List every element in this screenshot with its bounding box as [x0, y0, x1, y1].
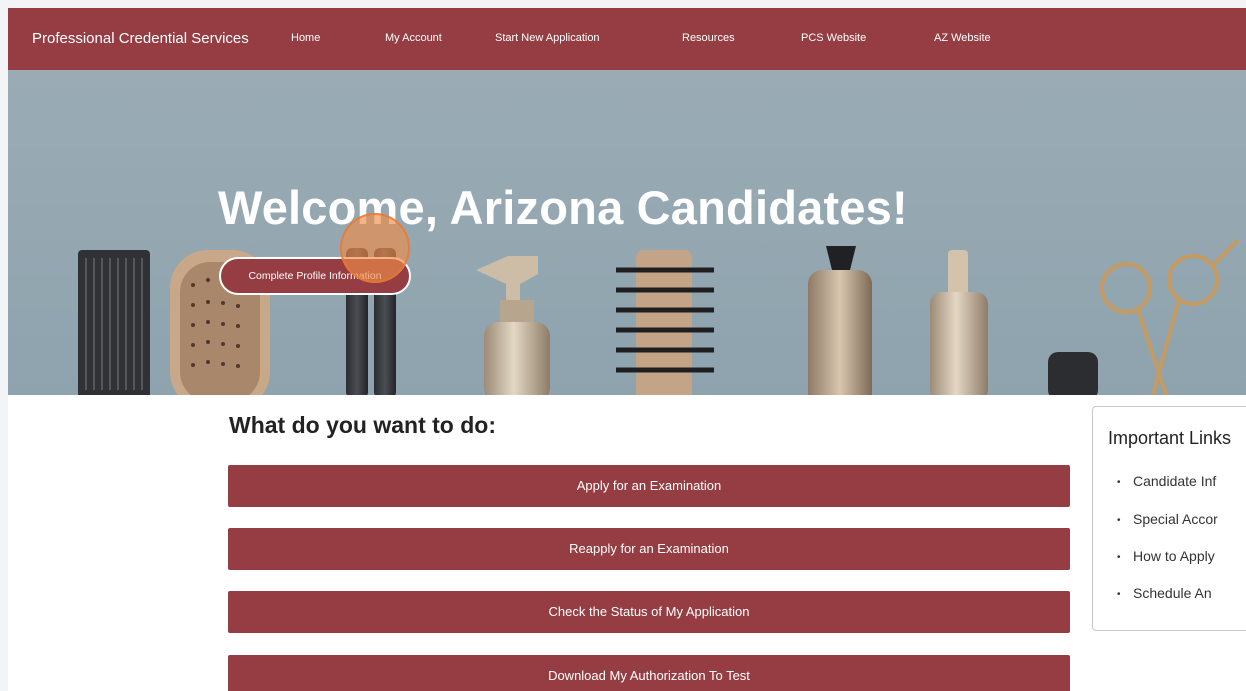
hero-title: Welcome, Arizona Candidates!	[218, 181, 908, 234]
complete-profile-button[interactable]: Complete Profile Information	[219, 257, 411, 295]
mousse-can-graphic	[930, 250, 988, 395]
spray-bottle-graphic	[476, 256, 550, 395]
top-navbar: Professional Credential Services Home My…	[8, 8, 1246, 70]
left-gutter	[0, 0, 8, 691]
small-brush-graphic	[1048, 352, 1098, 395]
hero-banner: Welcome, Arizona Candidates! Complete Pr…	[8, 70, 1246, 395]
brand-link[interactable]: Professional Credential Services	[32, 8, 249, 70]
link-schedule-an[interactable]: • Schedule An	[1117, 585, 1212, 601]
nav-link-start-new-application[interactable]: Start New Application	[495, 8, 600, 68]
top-strip	[0, 0, 1246, 8]
nav-link-my-account[interactable]: My Account	[385, 8, 442, 68]
link-special-accommodations-label: Special Accor	[1133, 511, 1218, 527]
bullet-icon: •	[1117, 514, 1121, 526]
reapply-exam-button[interactable]: Reapply for an Examination	[228, 528, 1070, 570]
link-how-to-apply[interactable]: • How to Apply	[1117, 548, 1215, 564]
what-to-do-heading: What do you want to do:	[229, 412, 497, 438]
important-links-card: Important Links • Candidate Inf • Special …	[1092, 406, 1246, 631]
link-candidate-info[interactable]: • Candidate Inf	[1117, 473, 1216, 489]
important-links-title: Important Links	[1108, 428, 1232, 448]
hair-dryer-graphic	[808, 246, 872, 395]
nav-link-resources[interactable]: Resources	[682, 8, 735, 68]
nav-link-home[interactable]: Home	[291, 8, 320, 68]
link-how-to-apply-label: How to Apply	[1133, 548, 1215, 564]
nav-link-az-website[interactable]: AZ Website	[934, 8, 991, 68]
nav-link-pcs-website[interactable]: PCS Website	[801, 8, 866, 68]
page: Professional Credential Services Home My…	[0, 0, 1246, 691]
round-brush-graphic	[616, 250, 714, 395]
link-special-accommodations[interactable]: • Special Accor	[1117, 511, 1218, 527]
check-status-button[interactable]: Check the Status of My Application	[228, 591, 1070, 633]
apply-exam-button[interactable]: Apply for an Examination	[228, 465, 1070, 507]
bullet-icon: •	[1117, 476, 1121, 488]
link-schedule-an-label: Schedule An	[1133, 585, 1212, 601]
link-candidate-info-label: Candidate Inf	[1133, 473, 1217, 489]
bullet-icon: •	[1117, 551, 1121, 563]
bullet-icon: •	[1117, 588, 1121, 600]
comb-graphic	[78, 250, 150, 395]
download-authorization-button[interactable]: Download My Authorization To Test	[228, 655, 1070, 691]
scissors-graphic	[1100, 238, 1240, 395]
